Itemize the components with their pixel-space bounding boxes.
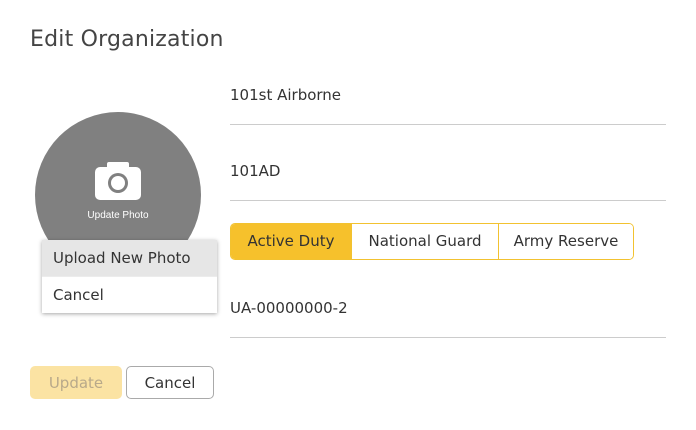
upload-new-photo-item[interactable]: Upload New Photo <box>42 240 217 276</box>
abbreviation-field <box>230 160 666 201</box>
component-option-active-duty[interactable]: Active Duty <box>231 224 351 259</box>
cancel-photo-item[interactable]: Cancel <box>42 276 217 313</box>
page-title: Edit Organization <box>30 27 224 52</box>
avatar-label: Update Photo <box>87 210 149 221</box>
update-button[interactable]: Update <box>30 366 122 399</box>
photo-menu: Upload New Photo Cancel <box>42 240 217 313</box>
organization-name-input[interactable] <box>230 84 666 106</box>
component-selector: Active Duty National Guard Army Reserve <box>230 223 634 260</box>
camera-icon <box>95 162 141 204</box>
component-option-national-guard[interactable]: National Guard <box>351 224 498 259</box>
uic-input[interactable] <box>230 297 666 319</box>
abbreviation-input[interactable] <box>230 160 666 182</box>
component-option-army-reserve[interactable]: Army Reserve <box>498 224 633 259</box>
organization-name-field <box>230 84 666 125</box>
cancel-button[interactable]: Cancel <box>126 366 214 399</box>
edit-organization-page: Edit Organization Update Photo Upload Ne… <box>0 0 696 430</box>
uic-field <box>230 297 666 338</box>
avatar-content: Update Photo <box>35 162 201 221</box>
